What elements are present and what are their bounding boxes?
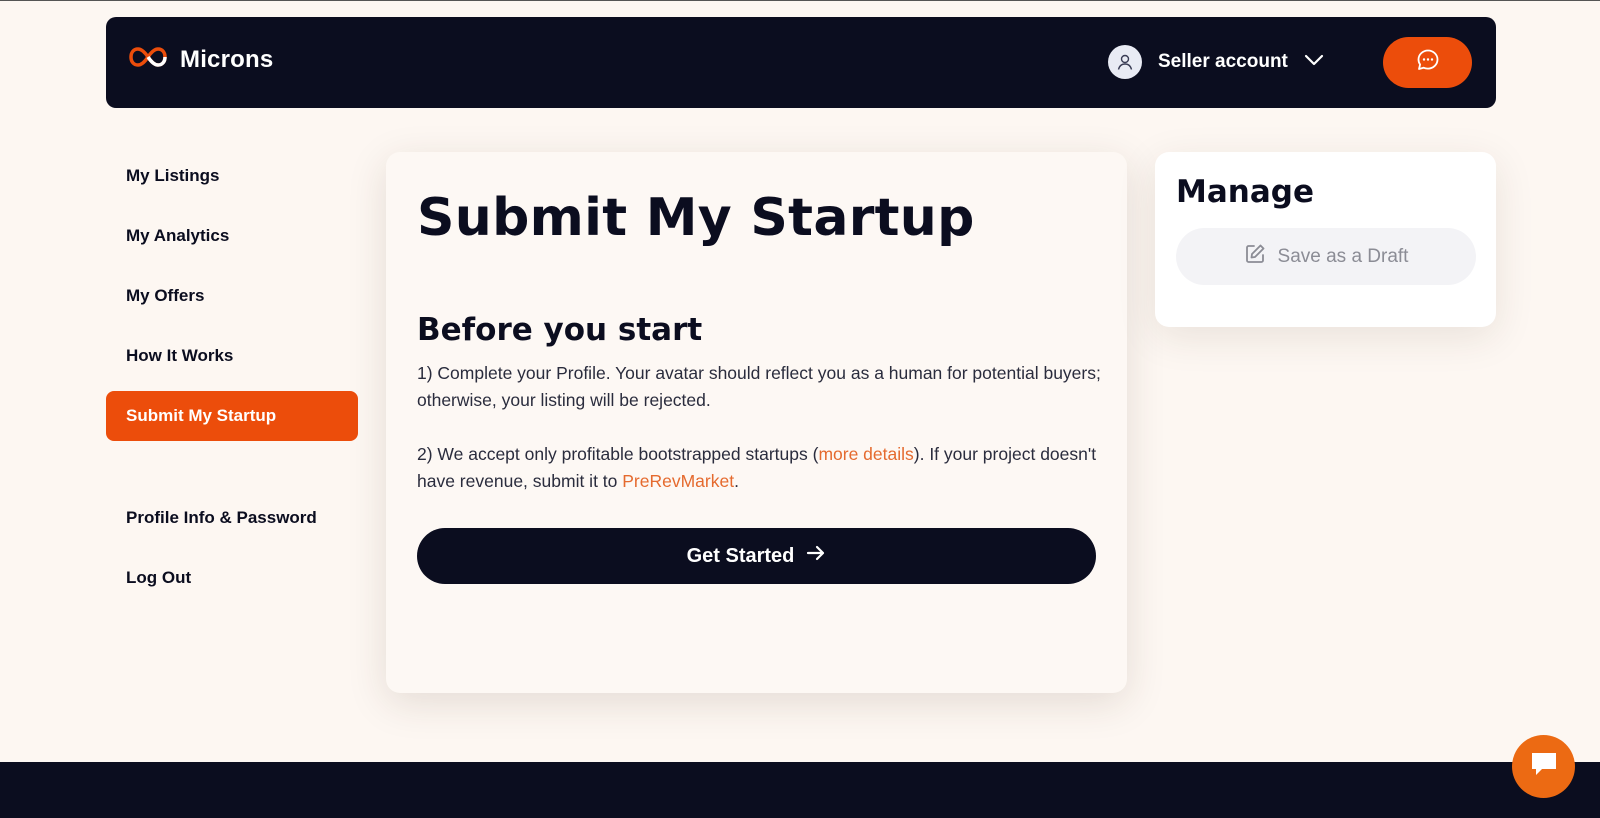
- save-draft-button[interactable]: Save as a Draft: [1176, 228, 1476, 285]
- more-details-link[interactable]: more details: [818, 444, 913, 464]
- seller-account-dropdown[interactable]: Seller account: [1108, 45, 1324, 79]
- save-draft-label: Save as a Draft: [1277, 245, 1409, 267]
- messages-button[interactable]: [1383, 37, 1472, 88]
- instruction-text-prefix: 2) We accept only profitable bootstrappe…: [417, 444, 819, 464]
- sidebar-item-log-out[interactable]: Log Out: [106, 553, 358, 603]
- user-icon: [1108, 45, 1142, 79]
- sidebar-item-profile-info[interactable]: Profile Info & Password: [106, 493, 358, 543]
- manage-title: Manage: [1176, 174, 1314, 210]
- sidebar-item-my-offers[interactable]: My Offers: [106, 271, 358, 321]
- sidebar-item-my-analytics[interactable]: My Analytics: [106, 211, 358, 261]
- manage-panel: Manage Save as a Draft: [1155, 152, 1496, 327]
- sidebar-menu: My Listings My Analytics My Offers How I…: [106, 151, 358, 613]
- account-label: Seller account: [1158, 51, 1288, 72]
- edit-icon: [1244, 243, 1266, 271]
- brand-name: Microns: [180, 45, 274, 73]
- section-title: Before you start: [417, 312, 703, 348]
- arrow-right-icon: [806, 544, 826, 568]
- submit-startup-card: Submit My Startup Before you start 1) Co…: [386, 152, 1127, 693]
- chevron-down-icon: [1304, 53, 1324, 71]
- get-started-label: Get Started: [686, 544, 795, 567]
- sidebar-item-submit-my-startup[interactable]: Submit My Startup: [106, 391, 358, 441]
- chat-bubble-icon: [1416, 48, 1440, 77]
- live-chat-button[interactable]: [1512, 735, 1575, 798]
- prerevmarket-link[interactable]: PreRevMarket: [622, 471, 734, 491]
- sidebar-item-how-it-works[interactable]: How It Works: [106, 331, 358, 381]
- instruction-profitable: 2) We accept only profitable bootstrappe…: [417, 441, 1107, 495]
- instruction-text-suffix: .: [734, 471, 739, 491]
- top-navigation-bar: Microns Seller account: [106, 17, 1496, 108]
- chat-bubble-icon: [1529, 750, 1559, 783]
- sidebar-item-my-listings[interactable]: My Listings: [106, 151, 358, 201]
- page-footer: [0, 762, 1600, 818]
- infinity-logo-icon: [128, 45, 168, 74]
- sidebar-divider-space: [106, 451, 358, 493]
- brand-logo[interactable]: Microns: [128, 45, 273, 74]
- instruction-profile: 1) Complete your Profile. Your avatar sh…: [417, 363, 1101, 410]
- get-started-button[interactable]: Get Started: [417, 528, 1096, 584]
- page-title: Submit My Startup: [417, 188, 975, 248]
